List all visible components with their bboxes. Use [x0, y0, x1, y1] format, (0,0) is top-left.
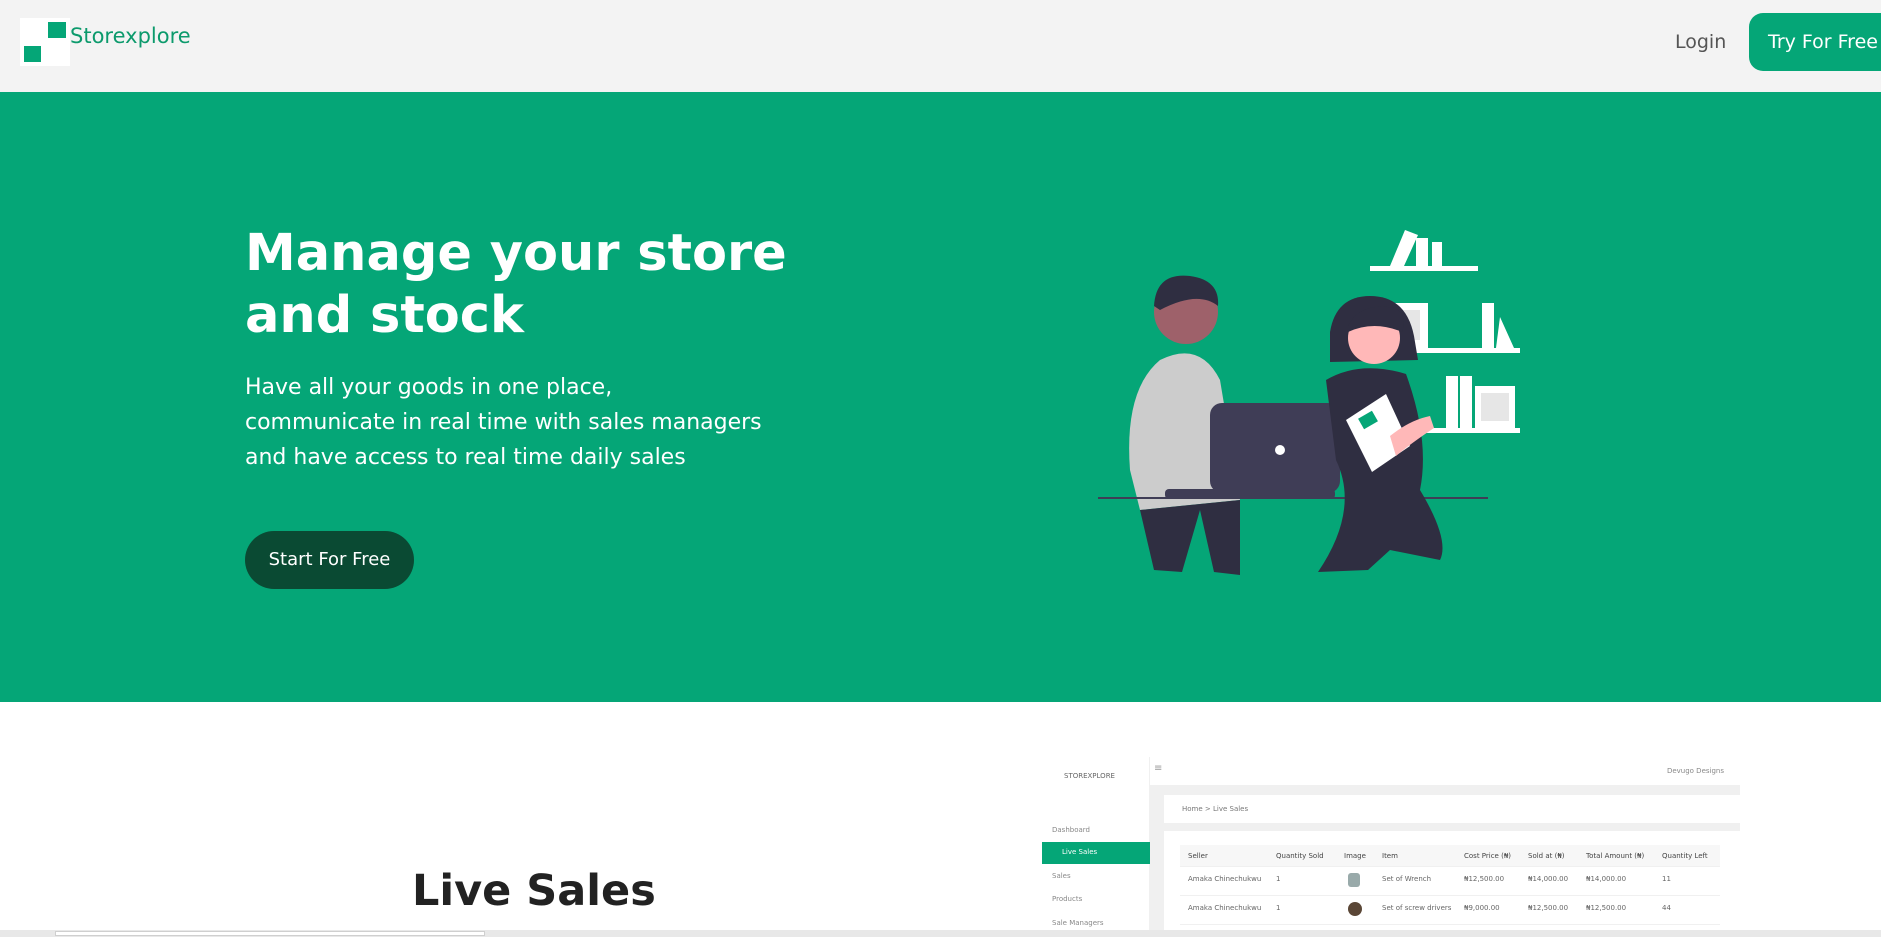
preview-logo: STOREXPLORE [1064, 772, 1115, 780]
menu-icon: ≡ [1154, 763, 1163, 774]
preview-main: Home > Live Sales Seller Quantity Sold I… [1150, 785, 1740, 937]
preview-topbar: ≡ Devugo Designs [1150, 757, 1740, 785]
table-header: Sold at (₦) [1528, 852, 1565, 860]
preview-sidebar-item-active: Live Sales [1042, 842, 1150, 864]
try-for-free-button[interactable]: Try For Free [1749, 13, 1881, 71]
live-sales-preview: STOREXPLORE Dashboard Live Sales Sales P… [1040, 757, 1740, 937]
table-cell: 1 [1276, 875, 1281, 883]
preview-sidebar-item: Products [1052, 895, 1083, 903]
table-cell: Amaka Chinechukwu [1188, 904, 1262, 912]
live-sales-title: Live Sales [412, 866, 656, 916]
preview-table: Seller Quantity Sold Image Item Cost Pri… [1180, 845, 1720, 925]
preview-breadcrumb: Home > Live Sales [1164, 795, 1740, 823]
login-link[interactable]: Login [1675, 31, 1726, 53]
navbar: Storexplore Login Try For Free [0, 0, 1881, 92]
product-image [1348, 873, 1360, 887]
start-for-free-button[interactable]: Start For Free [245, 531, 414, 589]
table-header-row: Seller Quantity Sold Image Item Cost Pri… [1180, 845, 1720, 867]
hero-title: Manage your store and stock [245, 224, 787, 345]
table-header: Image [1344, 852, 1366, 860]
table-cell: Set of screw drivers [1382, 904, 1452, 912]
table-cell: ₦12,500.00 [1528, 904, 1569, 912]
table-header: Cost Price (₦) [1464, 852, 1512, 860]
table-cell: ₦12,500.00 [1586, 904, 1627, 912]
hero-section: Manage your store and stock Have all you… [0, 92, 1881, 702]
table-cell: ₦9,000.00 [1464, 904, 1500, 912]
table-header: Seller [1188, 852, 1208, 860]
table-cell: ₦14,000.00 [1528, 875, 1569, 883]
table-header: Item [1382, 852, 1398, 860]
product-image [1348, 902, 1362, 916]
brand-name[interactable]: Storexplore [70, 24, 191, 48]
preview-sidebar: STOREXPLORE Dashboard Live Sales Sales P… [1040, 757, 1150, 937]
preview-sidebar-item: Dashboard [1052, 826, 1090, 834]
preview-account: Devugo Designs [1666, 767, 1724, 775]
table-cell: Amaka Chinechukwu [1188, 875, 1262, 883]
table-cell: Set of Wrench [1382, 875, 1432, 883]
table-row: Amaka Chinechukwu 1 Set of Wrench ₦12,50… [1180, 867, 1720, 896]
table-header: Quantity Left [1662, 852, 1708, 860]
table-cell: ₦12,500.00 [1464, 875, 1505, 883]
table-row: Amaka Chinechukwu 1 Set of screw drivers… [1180, 896, 1720, 925]
table-cell: 44 [1662, 904, 1671, 912]
table-header: Total Amount (₦) [1586, 852, 1645, 860]
preview-table-card: Seller Quantity Sold Image Item Cost Pri… [1164, 831, 1740, 937]
table-cell: 11 [1662, 875, 1671, 883]
preview-sidebar-item: Sales [1052, 872, 1071, 880]
table-header: Quantity Sold [1276, 852, 1324, 860]
preview-sidebar-item: Sale Managers [1052, 919, 1104, 927]
team-laptop-illustration [1098, 230, 1520, 575]
table-cell: 1 [1276, 904, 1281, 912]
hero-subtitle: Have all your goods in one place, commun… [245, 375, 762, 470]
scrollbar-thumb[interactable] [55, 931, 485, 936]
storexplore-logo-icon[interactable] [20, 18, 70, 66]
table-cell: ₦14,000.00 [1586, 875, 1627, 883]
